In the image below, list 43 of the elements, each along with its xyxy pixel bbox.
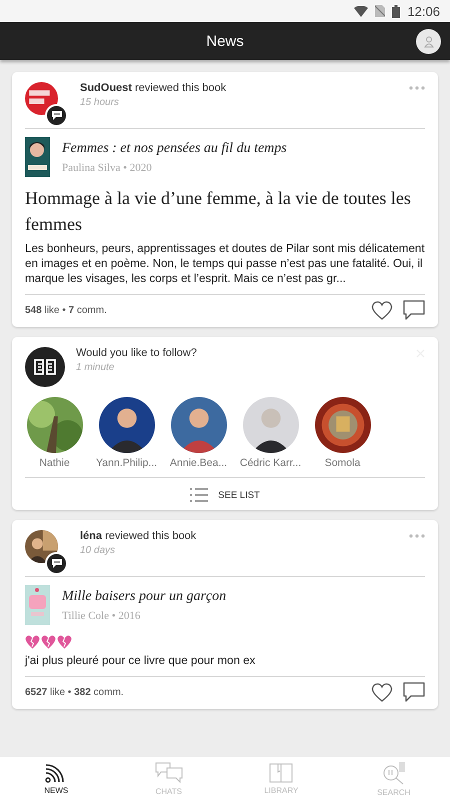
page-title: News [206, 32, 244, 50]
search-icon [382, 760, 406, 784]
user-name[interactable]: Yann.Philip... [96, 457, 158, 469]
heart-icon[interactable] [371, 300, 393, 320]
profile-button[interactable] [416, 29, 441, 54]
comment-icon[interactable] [403, 300, 425, 321]
comment-icon[interactable] [403, 682, 425, 703]
review-title: Hommage à la vie d’une femme, à la vie de toutes les femmes [25, 187, 412, 236]
book-icon [269, 762, 294, 782]
timestamp: 15 hours [80, 97, 120, 108]
activity-text: SudOuest reviewed this book [80, 82, 228, 94]
broken-heart-icon [41, 635, 56, 649]
card-title: Would you like to follow? [76, 347, 198, 359]
comment-badge-icon [45, 552, 68, 575]
review-text: Les bonheurs, peurs, apprentissages et doutes de Pilar sont mis délicatement en images et en poème. Non, le temps qui passe n’est pas une fatalité. Oui, il marque les visages, les corps et l’esprit. Mais ce n’est pas gr... [25, 241, 425, 286]
battery-icon [392, 4, 400, 18]
list-icon [190, 488, 208, 502]
heart-icon[interactable] [371, 682, 393, 702]
user-name[interactable]: Nathie [39, 457, 70, 469]
chat-bubbles-icon [154, 762, 183, 784]
person-icon [424, 36, 434, 48]
comment-badge-icon [45, 104, 68, 127]
book-author: Paulina Silva • 2020 [62, 162, 153, 174]
user-name[interactable]: Cédric Karr... [240, 457, 302, 469]
activity-text: léna reviewed this book [80, 530, 198, 542]
user-name[interactable]: Annie.Bea... [170, 457, 228, 469]
nav-tab[interactable]: NEWS [0, 757, 112, 800]
see-list-button[interactable]: SEE LIST [184, 486, 266, 504]
book-logo-icon [25, 347, 65, 387]
no-sim-icon [375, 5, 386, 17]
timestamp: 10 days [80, 545, 116, 556]
book-title[interactable]: Mille baisers pour un garçon [62, 588, 226, 604]
book-title[interactable]: Femmes : et nos pensées au fil du temps [62, 140, 287, 156]
wifi-icon [354, 6, 368, 16]
book-author: Tillie Cole • 2016 [62, 610, 142, 622]
broken-heart-icon [57, 635, 72, 649]
reaction-counts: 548 like • 7 comm. [25, 305, 108, 316]
status-time: 12:06 [407, 4, 440, 18]
reaction-counts: 6527 like • 382 comm. [25, 687, 125, 698]
broken-heart-icon [25, 635, 40, 649]
review-text: j'ai plus pleuré pour ce livre que pour mon ex [25, 653, 256, 668]
timestamp: 1 minute [76, 362, 116, 373]
user-name[interactable]: Somola [324, 457, 360, 469]
